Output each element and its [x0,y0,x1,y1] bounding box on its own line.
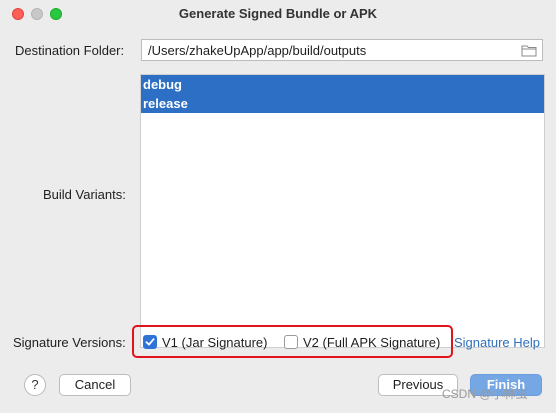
cancel-button[interactable]: Cancel [59,374,131,396]
dialog-window: Generate Signed Bundle or APK Destinatio… [0,0,556,413]
title-bar: Generate Signed Bundle or APK [0,0,556,28]
folder-icon[interactable] [521,44,537,57]
help-button[interactable]: ? [24,374,46,396]
destination-folder-label: Destination Folder: [15,43,125,58]
v2-checkbox-label[interactable]: V2 (Full APK Signature) [303,335,440,350]
watermark-text: CSDN @小林虫 [442,387,528,401]
variant-item-release[interactable]: release [141,94,544,113]
signature-versions-label: Signature Versions: [13,335,126,350]
variant-item-debug[interactable]: debug [141,75,544,94]
destination-folder-value[interactable]: /Users/zhakeUpApp/app/build/outputs [148,43,366,58]
build-variants-label: Build Variants: [43,187,126,202]
checkmark-icon [145,338,155,346]
signature-help-link[interactable]: Signature Help [454,335,540,350]
build-variants-list[interactable]: debug release [140,74,545,348]
destination-folder-field[interactable]: /Users/zhakeUpApp/app/build/outputs [141,39,543,61]
window-title: Generate Signed Bundle or APK [178,6,378,21]
v2-checkbox[interactable] [284,335,298,349]
v1-checkbox-label[interactable]: V1 (Jar Signature) [162,335,268,350]
dialog-content: Destination Folder: /Users/zhakeUpApp/ap… [1,28,555,412]
v1-checkbox[interactable] [143,335,157,349]
